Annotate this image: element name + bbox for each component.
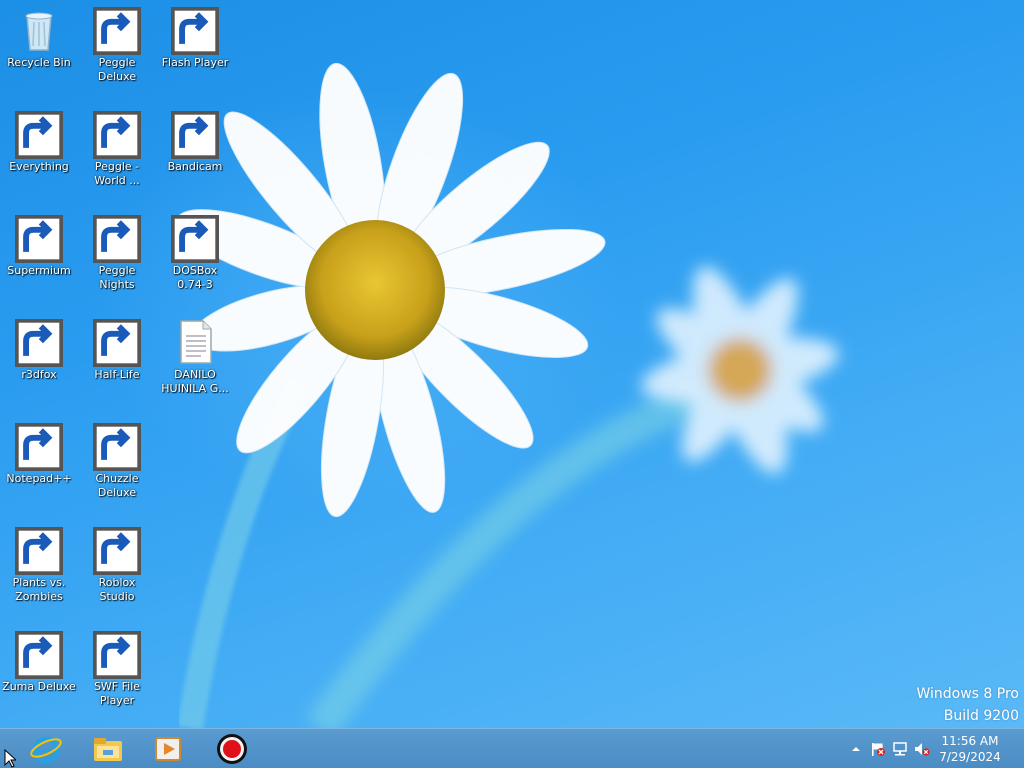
peggle-world-icon: P	[93, 110, 141, 159]
shortcut-arrow-icon	[93, 423, 141, 471]
desktop-icon-label: Peggle - World ...	[94, 160, 140, 187]
desktop-icon-label: Flash Player	[161, 56, 229, 69]
text-document-icon	[171, 318, 219, 366]
chuzzle-deluxe-icon	[93, 422, 141, 471]
half-life-icon	[93, 318, 141, 367]
desktop-icon-peggle-world[interactable]: PPeggle - World ...	[78, 104, 156, 188]
watermark-build: Build 9200	[943, 708, 1019, 724]
shortcut-arrow-icon	[15, 631, 63, 679]
watermark-edition: Windows 8 Pro	[916, 686, 1019, 702]
taskbar[interactable]: 11:56 AM 7/29/2024	[0, 728, 1024, 768]
peggle-nights-icon: P	[93, 214, 141, 263]
shortcut-arrow-icon	[15, 319, 63, 367]
windows-version-watermark: Windows 8 Pro Build 9200	[916, 683, 1019, 727]
chevron-up-icon	[852, 747, 860, 751]
shortcut-arrow-icon	[93, 215, 141, 263]
peggle-deluxe-icon: P	[93, 6, 141, 55]
desktop[interactable]: Recycle BinPPeggle DeluxeFlash PlayerEve…	[0, 0, 1024, 728]
shortcut-arrow-icon	[93, 319, 141, 367]
clock-date: 7/29/2024	[939, 750, 1001, 764]
desktop-icon-flash-player[interactable]: Flash Player	[156, 0, 234, 70]
desktop-icon-label: DANILO HUINILA G...	[161, 368, 229, 395]
shortcut-arrow-icon	[171, 7, 219, 55]
clock-time: 11:56 AM	[941, 734, 999, 748]
desktop-icon-everything[interactable]: Everything	[0, 104, 78, 174]
desktop-icon-r3dfox[interactable]: r3dfox	[0, 312, 78, 382]
roblox-studio-icon	[93, 526, 141, 575]
shortcut-arrow-icon	[171, 215, 219, 263]
desktop-icon-label: Everything	[9, 160, 69, 173]
shortcut-arrow-icon	[15, 111, 63, 159]
bandicam-record-icon	[217, 734, 247, 764]
taskbar-bandicam[interactable]	[206, 731, 258, 767]
taskbar-media-player[interactable]	[142, 731, 194, 767]
desktop-icon-peggle-deluxe[interactable]: PPeggle Deluxe	[78, 0, 156, 84]
dosbox-icon: BDOSX	[171, 214, 219, 263]
desktop-icon-label: Supermium	[7, 264, 71, 277]
desktop-icon-label: Bandicam	[167, 160, 223, 173]
zuma-deluxe-icon	[15, 630, 63, 679]
desktop-icon-label: r3dfox	[21, 368, 57, 381]
desktop-icon-half-life[interactable]: Half-Life	[78, 312, 156, 382]
flash-player-icon	[171, 6, 219, 55]
volume-muted-icon	[915, 743, 930, 756]
bandicam-icon	[171, 110, 219, 159]
desktop-icon-plants-vs-zombies[interactable]: Plants vs. Zombies	[0, 520, 78, 604]
desktop-icon-label: Plants vs. Zombies	[12, 576, 66, 603]
shortcut-arrow-icon	[15, 215, 63, 263]
action-center-flag-icon	[872, 743, 885, 756]
desktop-icon-supermium[interactable]: Supermium	[0, 208, 78, 278]
r3dfox-icon	[15, 318, 63, 367]
desktop-icon-chuzzle-deluxe[interactable]: Chuzzle Deluxe	[78, 416, 156, 500]
notepad-plus-plus-icon	[15, 422, 63, 471]
desktop-icon-label: Half-Life	[94, 368, 140, 381]
shortcut-arrow-icon	[15, 423, 63, 471]
network-button[interactable]	[892, 741, 908, 757]
system-tray: 11:56 AM 7/29/2024	[824, 729, 1024, 769]
supermium-icon	[15, 214, 63, 263]
desktop-icon-label: Peggle Deluxe	[97, 56, 137, 83]
network-icon	[893, 742, 907, 756]
desktop-icon-recycle-bin[interactable]: Recycle Bin	[0, 0, 78, 70]
desktop-icon-label: Recycle Bin	[7, 56, 71, 69]
show-hidden-icons-button[interactable]	[848, 741, 864, 757]
recycle-bin-icon	[15, 6, 63, 54]
taskbar-internet-explorer[interactable]	[20, 731, 72, 767]
desktop-icon-zuma-deluxe[interactable]: Zuma Deluxe	[0, 624, 78, 694]
shortcut-arrow-icon	[171, 111, 219, 159]
swf-file-player-icon: SWF	[93, 630, 141, 679]
taskbar-clock[interactable]: 11:56 AM 7/29/2024	[938, 733, 1002, 765]
desktop-icon-peggle-nights[interactable]: PPeggle Nights	[78, 208, 156, 292]
shortcut-arrow-icon	[93, 631, 141, 679]
shortcut-arrow-icon	[93, 111, 141, 159]
plants-vs-zombies-icon	[15, 526, 63, 575]
desktop-icon-label: DOSBox 0.74-3	[172, 264, 218, 291]
action-center-button[interactable]	[870, 741, 886, 757]
shortcut-arrow-icon	[93, 527, 141, 575]
volume-button[interactable]	[914, 741, 930, 757]
media-player-icon	[155, 737, 181, 761]
shortcut-arrow-icon	[93, 7, 141, 55]
desktop-icon-roblox-studio[interactable]: Roblox Studio	[78, 520, 156, 604]
desktop-icon-bandicam[interactable]: Bandicam	[156, 104, 234, 174]
desktop-icon-label: SWF File Player	[93, 680, 141, 707]
desktop-icon-dosbox[interactable]: BDOSXDOSBox 0.74-3	[156, 208, 234, 292]
taskbar-file-explorer[interactable]	[82, 731, 134, 767]
desktop-icon-label: Zuma Deluxe	[2, 680, 76, 693]
desktop-icon-swf-file-player[interactable]: SWFSWF File Player	[78, 624, 156, 708]
desktop-icon-label: Chuzzle Deluxe	[95, 472, 139, 499]
desktop-icon-notepad-plus-plus[interactable]: Notepad++	[0, 416, 78, 486]
everything-icon	[15, 110, 63, 159]
shortcut-arrow-icon	[15, 527, 63, 575]
desktop-icon-label: Peggle Nights	[98, 264, 136, 291]
desktop-icon-label: Roblox Studio	[98, 576, 136, 603]
file-explorer-icon	[94, 738, 122, 761]
internet-explorer-icon	[30, 736, 62, 764]
mouse-cursor-icon	[4, 749, 16, 768]
desktop-icon-label: Notepad++	[6, 472, 72, 485]
desktop-icon-text-document[interactable]: DANILO HUINILA G...	[156, 312, 234, 396]
